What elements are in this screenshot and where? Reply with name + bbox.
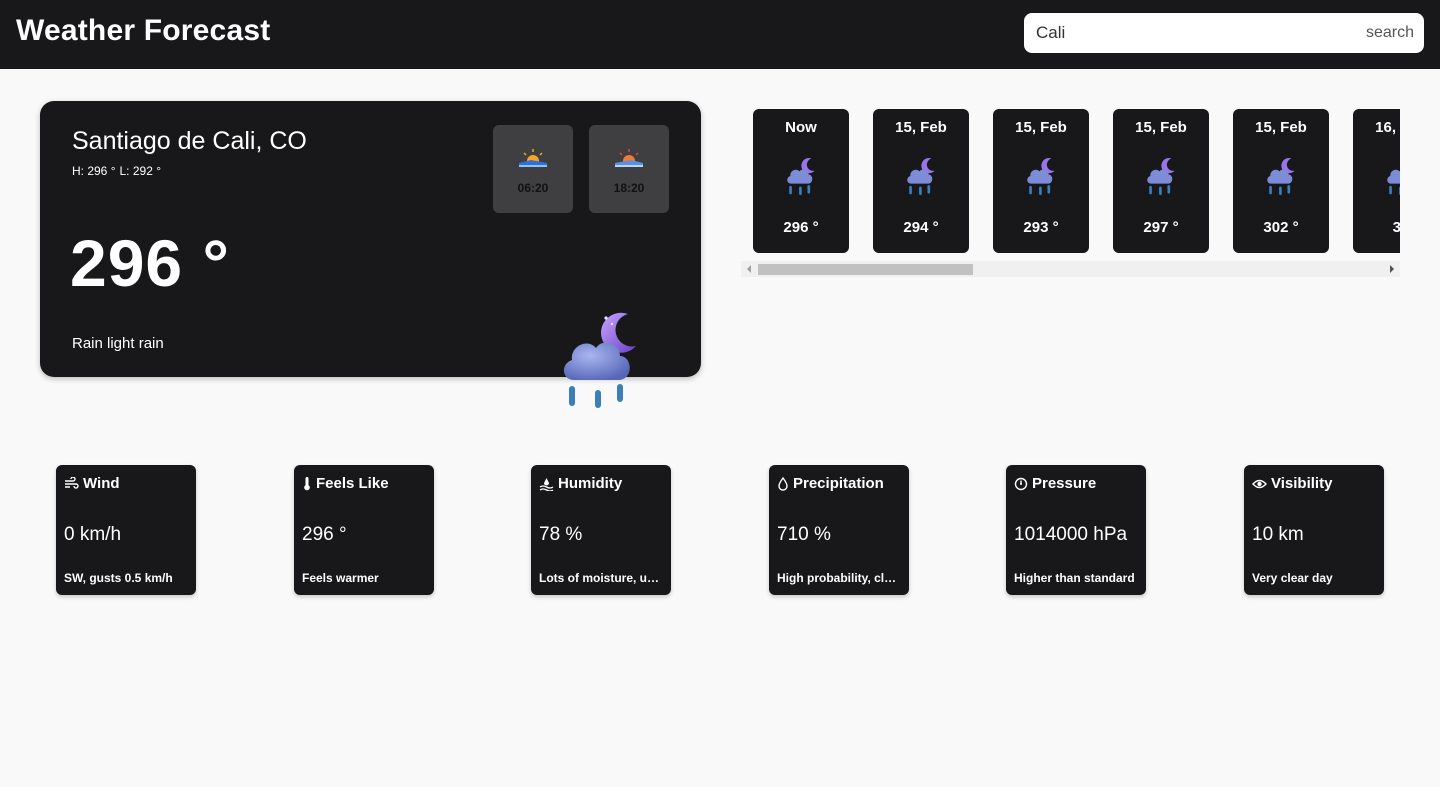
forecast-temp: 293 ° <box>1023 219 1059 236</box>
rain-cloud-moon-icon <box>1147 158 1175 195</box>
forecast-card: Now 296 ° <box>753 109 849 253</box>
sunset-icon <box>615 149 643 167</box>
scroll-right-arrow-icon[interactable] <box>1390 265 1394 273</box>
location-name: Santiago de Cali, CO <box>72 127 307 155</box>
metric-label: Visibility <box>1271 475 1333 492</box>
forecast-temp: 297 ° <box>1143 219 1179 236</box>
low-temp: L: 292 ° <box>119 164 162 178</box>
rain-cloud-moon-icon <box>787 158 815 195</box>
forecast-day: 15, Feb <box>1135 119 1187 136</box>
sunset-tile: 18:20 <box>589 125 669 213</box>
metric-label: Feels Like <box>316 475 389 492</box>
metric-header: Humidity <box>539 475 622 492</box>
metric-value: 78 % <box>539 524 583 545</box>
weather-condition: Rain light rain <box>72 335 164 352</box>
scroll-left-arrow-icon[interactable] <box>747 265 751 273</box>
forecast-card: 15, Feb 294 ° <box>873 109 969 253</box>
metric-description: Feels warmer <box>302 571 379 585</box>
metric-label: Pressure <box>1032 475 1097 492</box>
metric-value: 296 ° <box>302 524 347 545</box>
search-input[interactable] <box>1024 13 1324 53</box>
metric-label: Humidity <box>558 475 623 492</box>
forecast-card: 15, Feb 302 ° <box>1233 109 1329 253</box>
metric-value: 710 % <box>777 524 831 545</box>
metric-card-humidity: Humidity 78 % Lots of moisture, uncomfor… <box>531 465 671 595</box>
rain-cloud-moon-icon <box>563 312 636 408</box>
sunset-time: 18:20 <box>613 181 645 195</box>
metric-value: 1014000 hPa <box>1014 524 1128 545</box>
metric-description: Higher than standard <box>1014 571 1135 585</box>
forecast-temp: 30 <box>1392 219 1400 236</box>
forecast-temp: 296 ° <box>783 219 819 236</box>
high-temp: H: 296 ° <box>72 164 116 178</box>
metric-description: SW, gusts 0.5 km/h <box>64 571 173 585</box>
wind-icon <box>65 477 79 489</box>
metric-value: 10 km <box>1252 524 1304 545</box>
eye-icon <box>1252 479 1267 488</box>
metric-label: Wind <box>83 475 120 492</box>
metric-label: Precipitation <box>793 475 884 492</box>
high-low-temps: H: 296 ° L: 292 ° <box>72 164 165 178</box>
forecast-card: 16, Feb 30 <box>1353 109 1400 253</box>
metric-card-pressure: Pressure 1014000 hPa Higher than standar… <box>1006 465 1146 595</box>
forecast-temp: 302 ° <box>1263 219 1299 236</box>
thermometer-icon <box>304 477 310 491</box>
metric-card-feels-like: Feels Like 296 ° Feels warmer <box>294 465 434 595</box>
hourly-forecast-strip[interactable]: Now 296 ° 15, Feb 294 ° 15, Feb 293 ° 15… <box>741 101 1400 277</box>
metric-value: 0 km/h <box>64 524 122 545</box>
sunrise-time: 06:20 <box>517 181 549 195</box>
humidity-icon <box>539 477 554 491</box>
droplet-icon <box>778 476 788 491</box>
search-button[interactable]: search <box>1366 13 1414 53</box>
app-title: Weather Forecast <box>16 14 271 47</box>
metric-card-precipitation: Precipitation 710 % High probability, cl… <box>769 465 909 595</box>
forecast-temp: 294 ° <box>903 219 939 236</box>
metric-header: Pressure <box>1014 475 1096 492</box>
metric-header: Visibility <box>1252 475 1332 492</box>
metric-header: Precipitation <box>777 475 884 492</box>
forecast-day: 15, Feb <box>895 119 947 136</box>
rain-cloud-moon-icon <box>1267 158 1295 195</box>
metric-description: High probability, clouds <box>777 571 903 585</box>
forecast-day: Now <box>785 119 817 136</box>
rain-cloud-moon-icon <box>907 158 935 195</box>
forecast-day: 15, Feb <box>1255 119 1307 136</box>
rain-cloud-moon-icon <box>1387 169 1400 195</box>
forecast-scrollbar[interactable] <box>741 261 1400 277</box>
metric-description: Lots of moisture, uncomfortable <box>539 571 665 585</box>
current-temperature: 296 ° <box>70 226 230 300</box>
forecast-day: 16, Feb <box>1375 119 1400 136</box>
metric-header: Wind <box>64 475 120 492</box>
metric-card-wind: Wind 0 km/h SW, gusts 0.5 km/h <box>56 465 196 595</box>
scrollbar-thumb[interactable] <box>758 264 973 275</box>
forecast-card: 15, Feb 297 ° <box>1113 109 1209 253</box>
forecast-card: 15, Feb 293 ° <box>993 109 1089 253</box>
forecast-day: 15, Feb <box>1015 119 1067 136</box>
sunrise-icon <box>519 149 547 167</box>
metric-card-visibility: Visibility 10 km Very clear day <box>1244 465 1384 595</box>
search-box: search <box>1024 13 1424 53</box>
sunrise-tile: 06:20 <box>493 125 573 213</box>
metric-header: Feels Like <box>302 475 389 492</box>
top-bar: Weather Forecast search <box>0 0 1440 69</box>
metric-description: Very clear day <box>1252 571 1333 585</box>
rain-cloud-moon-icon <box>1027 158 1055 195</box>
gauge-icon <box>1014 477 1028 490</box>
